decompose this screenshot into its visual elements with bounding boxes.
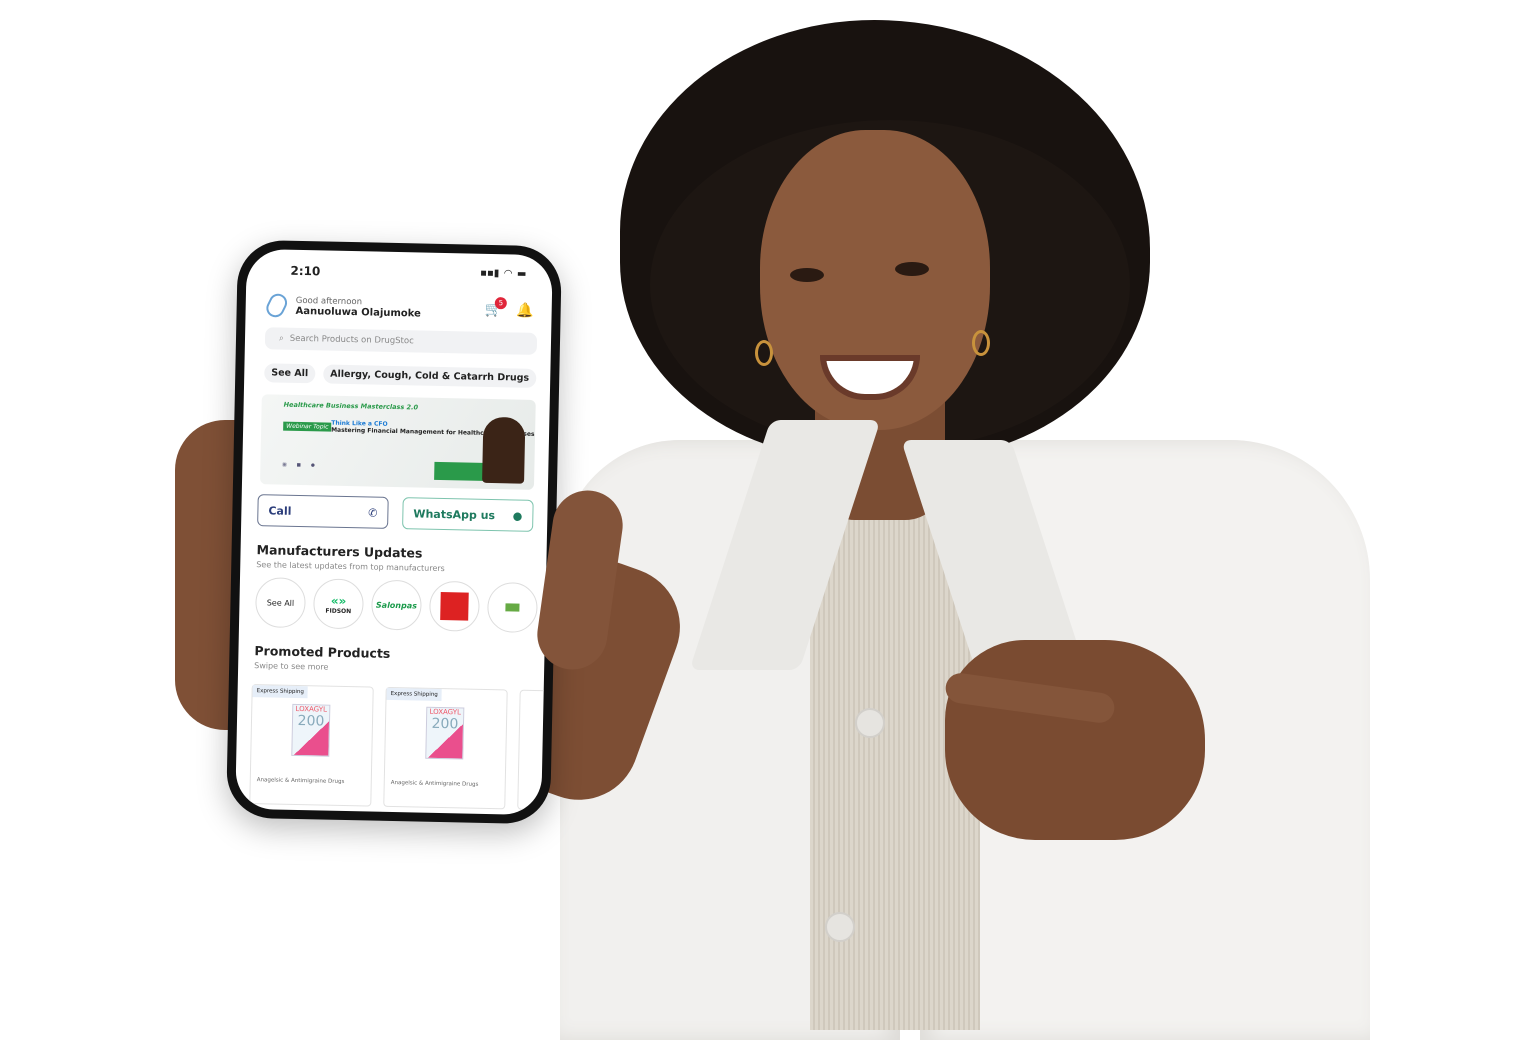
coat-button bbox=[825, 912, 855, 942]
manufacturer-logo-icon bbox=[505, 603, 520, 612]
earring bbox=[755, 340, 773, 366]
manufacturers-title: Manufacturers Updates bbox=[256, 542, 423, 561]
manufacturer-logo[interactable] bbox=[486, 581, 538, 634]
product-strength: 200 bbox=[297, 713, 325, 730]
salonpas-label: Salonpas bbox=[375, 600, 418, 610]
chip-category[interactable]: Allergy, Cough, Cold & Catarrh Drugs bbox=[323, 364, 537, 388]
product-carousel[interactable]: Express Shipping LOXAGYL 200 Anagelsic & … bbox=[249, 684, 553, 813]
manufacturer-logo-icon bbox=[440, 591, 469, 621]
banner-title: Healthcare Business Masterclass 2.0 bbox=[283, 400, 419, 412]
manufacturer-fidson[interactable]: «» FIDSON bbox=[312, 578, 365, 630]
express-badge: Express Shipping bbox=[386, 687, 442, 702]
pill-logo-icon bbox=[263, 290, 291, 321]
manufacturer-logo[interactable] bbox=[428, 580, 480, 632]
app-screen: 2:10 ▪▪▮ ◠ ▬ Good afternoon Aanuoluwa Olaj… bbox=[235, 248, 553, 816]
product-category: Anagelsic & Antimigraine Drugs bbox=[256, 777, 345, 786]
user-name: Aanuoluwa Olajumoke bbox=[295, 305, 421, 320]
product-card[interactable] bbox=[517, 689, 553, 813]
category-chips: See All Allergy, Cough, Cold & Catarrh D… bbox=[264, 363, 550, 388]
product-card[interactable]: Express Shipping LOXAGYL 200 Anagelsic & … bbox=[249, 684, 374, 807]
eye bbox=[895, 262, 929, 276]
cart-badge: 5 bbox=[494, 297, 508, 310]
speaker-photo bbox=[482, 416, 526, 484]
product-image: LOXAGYL 200 bbox=[291, 703, 331, 757]
manufacturers-subtitle: See the latest updates from top manufact… bbox=[256, 560, 445, 574]
fidson-label: FIDSON bbox=[325, 607, 352, 615]
wifi-icon: ◠ bbox=[504, 268, 513, 280]
banner-meta-icons: ▦ ■ ● bbox=[282, 462, 315, 469]
promo-banner[interactable]: Healthcare Business Masterclass 2.0 Webi… bbox=[259, 394, 536, 490]
coat-button bbox=[855, 708, 885, 738]
whatsapp-button[interactable]: WhatsApp us ● bbox=[402, 497, 534, 532]
express-badge: Express Shipping bbox=[252, 685, 308, 699]
eye bbox=[790, 268, 824, 282]
banner-tag: Webinar Topic bbox=[283, 421, 332, 432]
manufacturer-list: See All «» FIDSON Salonpas bbox=[254, 577, 546, 634]
signal-icon: ▪▪▮ bbox=[480, 267, 500, 280]
chat-bubble-icon: ● bbox=[512, 508, 523, 523]
product-category: Anagelsic & Antimigraine Drugs bbox=[390, 779, 479, 788]
phone-icon: ✆ bbox=[368, 505, 378, 520]
status-time: 2:10 bbox=[290, 263, 321, 279]
product-card[interactable]: Express Shipping LOXAGYL 200 Anagelsic & … bbox=[383, 686, 508, 810]
chip-see-all[interactable]: See All bbox=[264, 363, 316, 384]
app-header: Good afternoon Aanuoluwa Olajumoke 🛒 5 🔔 bbox=[245, 277, 552, 323]
pointing-hand bbox=[945, 640, 1205, 840]
call-button[interactable]: Call ✆ bbox=[257, 494, 389, 529]
promoted-title: Promoted Products bbox=[254, 643, 391, 661]
promoted-subtitle: Swipe to see more bbox=[254, 661, 329, 672]
product-strength: 200 bbox=[431, 715, 459, 733]
fidson-logo-icon: «» bbox=[330, 593, 347, 608]
manufacturer-see-all[interactable]: See All bbox=[254, 577, 307, 629]
phone: 2:10 ▪▪▮ ◠ ▬ Good afternoon Aanuoluwa Olaj… bbox=[225, 239, 563, 825]
search-placeholder: Search Products on DrugStoc bbox=[289, 333, 414, 347]
search-input[interactable]: ⌕ Search Products on DrugStoc bbox=[264, 327, 538, 355]
manufacturer-salonpas[interactable]: Salonpas bbox=[370, 579, 422, 631]
earring bbox=[972, 330, 990, 356]
battery-icon: ▬ bbox=[516, 268, 527, 280]
bell-icon[interactable]: 🔔 bbox=[516, 303, 534, 319]
call-label: Call bbox=[268, 503, 292, 518]
search-icon: ⌕ bbox=[278, 333, 284, 344]
whatsapp-label: WhatsApp us bbox=[413, 506, 496, 522]
product-image: LOXAGYL 200 bbox=[425, 706, 465, 760]
